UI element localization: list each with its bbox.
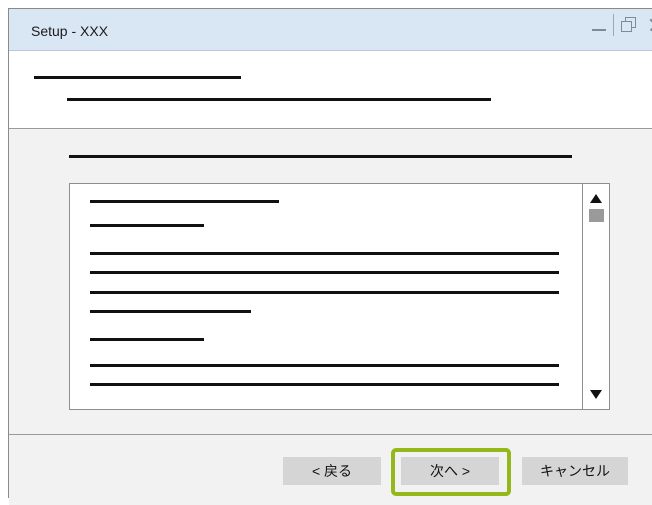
content-panel xyxy=(9,129,652,435)
text-line-placeholder xyxy=(90,310,251,313)
scroll-thumb[interactable] xyxy=(589,209,604,222)
button-bar: < 戻る 次へ > キャンセル xyxy=(9,435,652,505)
scroll-up-arrow-icon[interactable] xyxy=(590,194,602,203)
text-listbox[interactable] xyxy=(69,183,610,410)
cancel-button[interactable]: キャンセル xyxy=(522,457,628,485)
text-line-placeholder xyxy=(90,224,204,227)
text-line-placeholder xyxy=(90,291,559,294)
instruction-placeholder xyxy=(69,155,572,158)
heading-placeholder xyxy=(34,76,241,79)
text-line-placeholder xyxy=(90,271,559,274)
subheading-placeholder xyxy=(67,98,491,101)
header-panel xyxy=(9,51,652,129)
text-line-placeholder xyxy=(90,252,559,255)
next-button[interactable]: 次へ > xyxy=(401,457,499,485)
text-line-placeholder xyxy=(90,200,279,203)
close-icon[interactable] xyxy=(642,13,652,37)
text-line-placeholder xyxy=(90,364,559,367)
scroll-down-arrow-icon[interactable] xyxy=(590,390,602,399)
restore-icon[interactable] xyxy=(614,13,642,37)
title-bar[interactable]: Setup - XXX xyxy=(9,9,652,51)
minimize-icon[interactable] xyxy=(585,13,613,37)
setup-window: Setup - XXX < 戻る 次へ > キャンセル xyxy=(8,8,652,505)
window-controls xyxy=(585,13,652,37)
window-title: Setup - XXX xyxy=(31,23,109,39)
text-line-placeholder xyxy=(90,338,204,341)
text-line-placeholder xyxy=(90,383,559,386)
back-button[interactable]: < 戻る xyxy=(283,457,381,485)
vertical-scrollbar[interactable] xyxy=(582,184,609,409)
